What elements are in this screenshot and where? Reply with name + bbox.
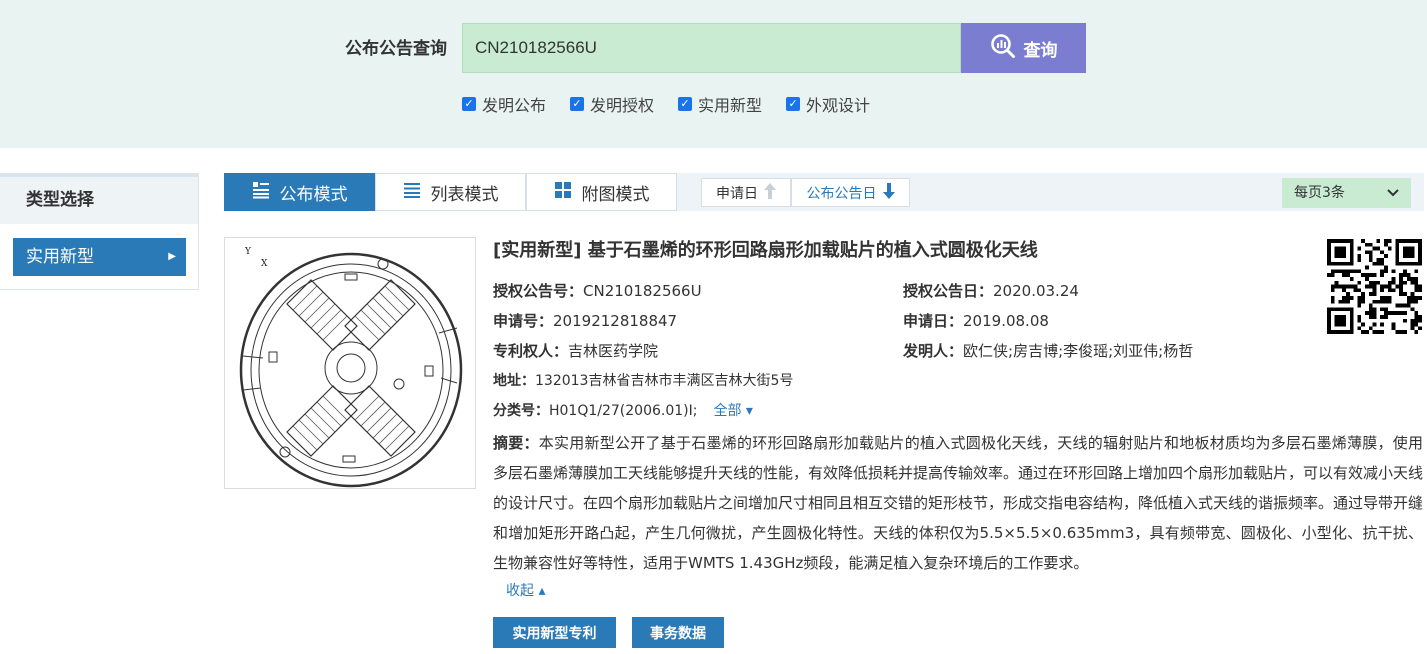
arrow-down-icon [882,182,895,203]
abstract-text: 本实用新型公开了基于石墨烯的环形回路扇形加载贴片的植入式圆极化天线，天线的辐射贴… [493,434,1424,572]
button-label: 事务数据 [650,625,706,642]
patent-title[interactable]: [实用新型] 基于石墨烯的环形回路扇形加载贴片的植入式圆极化天线 [493,236,1038,262]
caret-up-icon: ▴ [538,583,546,599]
type-sidebar: 类型选择 实用新型 ▶ [0,173,199,290]
search-input[interactable]: CN210182566U [462,23,961,73]
checkbox-checked-icon[interactable]: ✓ [678,97,693,111]
application-date: 2019.08.08 [963,312,1049,330]
grant-date: 2020.03.24 [993,282,1079,300]
grant-number: CN210182566U [583,282,702,300]
address-field: 地址：132013吉林省吉林市丰满区吉林大街5号 [493,370,793,390]
show-all-classifications-link[interactable]: 全部 ▾ [713,403,752,419]
abstract: 摘要：本实用新型公开了基于石墨烯的环形回路扇形加载贴片的植入式圆极化天线，天线的… [493,428,1423,578]
svg-text:X: X [261,259,268,269]
link-label: 全部 [713,403,742,419]
checkbox-checked-icon[interactable]: ✓ [462,97,476,111]
search-button[interactable]: 查询 [961,23,1086,73]
tab-list-mode[interactable]: 列表模式 [375,173,526,211]
application-number-field: 申请号：2019212818847 [493,310,677,331]
checkbox-checked-icon[interactable]: ✓ [570,97,585,111]
classification-field: 分类号：H01Q1/27(2006.01)I; 全部 ▾ [493,400,753,420]
classification-number: H01Q1/27(2006.01)I; [549,403,698,419]
sidebar-item-utility-model[interactable]: 实用新型 ▶ [13,238,186,276]
tab-label: 附图模式 [581,184,650,205]
svg-text:Y: Y [244,247,252,257]
search-button-label: 查询 [1023,40,1058,61]
sidebar-item-label: 实用新型 [26,247,94,267]
type-filters: ✓ 发明公布 ✓ 发明授权 ✓ 实用新型 ✓ 外观设计 [462,92,894,116]
button-label: 实用新型专利 [512,625,597,642]
list-lines-icon [403,181,421,204]
filter-design[interactable]: ✓ 外观设计 [786,92,870,116]
address: 132013吉林省吉林市丰满区吉林大街5号 [535,373,794,389]
arrow-up-icon [764,182,776,203]
qr-code-icon [1326,239,1423,334]
checkbox-checked-icon[interactable]: ✓ [786,97,801,111]
field-label: 授权公告日： [903,282,994,300]
field-label: 专利权人： [493,342,569,360]
transaction-data-button[interactable]: 事务数据 [632,617,724,648]
abstract-label: 摘要： [493,434,539,452]
filter-invention-grant[interactable]: ✓ 发明授权 [570,92,654,116]
sort-label: 公布公告日 [806,185,877,202]
filter-utility-model[interactable]: ✓ 实用新型 [678,92,762,116]
tab-figure-mode[interactable]: 附图模式 [526,173,677,211]
filter-label: 发明公布 [482,96,547,115]
patentee: 吉林医药学院 [568,342,659,360]
field-label: 申请号： [493,312,554,330]
grant-number-field: 授权公告号：CN210182566U [493,280,702,301]
grid-icon [554,181,572,204]
application-date-field: 申请日：2019.08.08 [903,310,1049,331]
grant-date-field: 授权公告日：2020.03.24 [903,280,1079,301]
tab-publication-mode[interactable]: 公布模式 [224,173,375,211]
sort-publication-date[interactable]: 公布公告日 [791,178,910,207]
caret-down-icon: ▾ [745,403,753,419]
caret-right-icon: ▶ [168,251,176,262]
tab-label: 公布模式 [279,184,348,205]
link-label: 收起 [506,583,534,599]
search-area: 公布公告查询 CN210182566U 查询 ✓ 发明公布 ✓ 发明授权 ✓ 实… [0,0,1427,148]
filter-label: 发明授权 [590,96,655,115]
chevron-down-icon [1387,178,1399,208]
patentee-field: 专利权人：吉林医药学院 [493,340,658,361]
field-label: 申请日： [903,312,964,330]
antenna-diagram: YX [239,247,463,488]
per-page-value: 每页3条 [1294,185,1345,201]
field-label: 发明人： [903,342,964,360]
inventor-field: 发明人：欧仁侠;房吉博;李俊瑶;刘亚伟;杨哲 [903,340,1193,361]
list-detail-icon [252,181,270,204]
field-label: 授权公告号： [493,282,584,300]
filter-label: 外观设计 [806,96,871,115]
field-label: 地址： [493,373,535,389]
sort-label: 申请日 [716,185,758,202]
per-page-select[interactable]: 每页3条 [1282,178,1411,208]
filter-invention-publication[interactable]: ✓ 发明公布 [462,92,546,116]
sort-application-date[interactable]: 申请日 [701,178,791,207]
inventors: 欧仁侠;房吉博;李俊瑶;刘亚伟;杨哲 [963,342,1194,360]
result-toolbar: 公布模式 列表模式 附图模式 申请日 公布公告日 每页3条 [224,173,1424,211]
search-label: 公布公告查询 [345,39,447,59]
sidebar-title: 类型选择 [0,174,198,224]
search-chart-icon [990,33,1016,64]
filter-label: 实用新型 [698,96,763,115]
field-label: 分类号： [493,403,549,419]
utility-model-patent-button[interactable]: 实用新型专利 [493,617,616,648]
patent-drawing-thumbnail[interactable]: YX [224,237,476,489]
application-number: 2019212818847 [553,312,678,330]
collapse-abstract-link[interactable]: 收起 ▴ [506,580,545,600]
tab-label: 列表模式 [430,184,499,205]
